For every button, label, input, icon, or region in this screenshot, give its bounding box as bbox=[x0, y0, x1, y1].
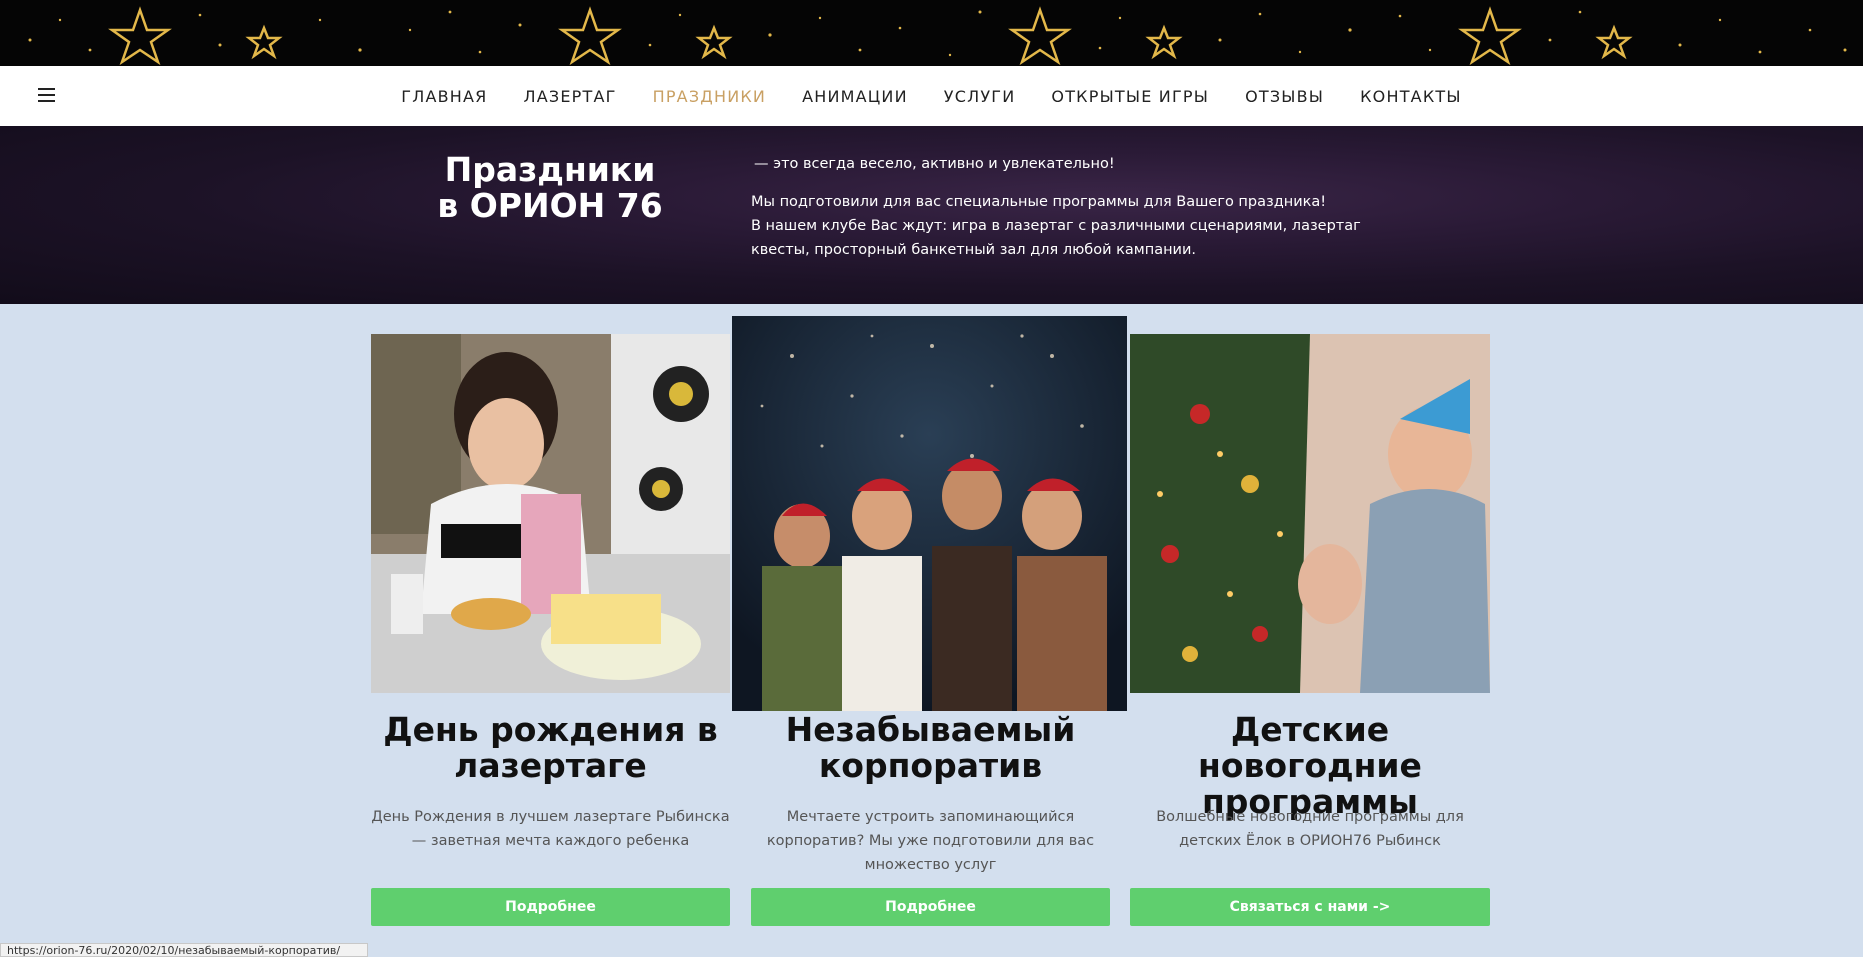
card-desc-corporate: Мечтаете устроить запоминающийся корпора… bbox=[766, 809, 1095, 873]
nav-item-reviews[interactable]: ОТЗЫВЫ bbox=[1227, 87, 1342, 106]
birthday-photo bbox=[371, 334, 730, 693]
star-decoration bbox=[28, 6, 1847, 66]
main-menu: ГЛАВНАЯ ЛАЗЕРТАГ ПРАЗДНИКИ АНИМАЦИИ УСЛУ… bbox=[0, 66, 1863, 126]
card-desc-newyear: Волшебные новогодние программы для детск… bbox=[1156, 809, 1464, 849]
corporate-party-photo bbox=[732, 316, 1127, 711]
hero-line-2: В нашем клубе Вас ждут: игра в лазертаг … bbox=[751, 218, 1361, 258]
hero-line-1: Мы подготовили для вас специальные прогр… bbox=[751, 194, 1327, 210]
status-bar-url: https://orion-76.ru/2020/02/10/незабывае… bbox=[0, 943, 368, 957]
nav-item-contacts[interactable]: КОНТАКТЫ bbox=[1342, 87, 1480, 106]
hero-banner: Праздники в ОРИОН 76 — это всегда весело… bbox=[0, 126, 1863, 304]
nav-item-lasertag[interactable]: ЛАЗЕРТАГ bbox=[506, 87, 635, 106]
main-navbar: ГЛАВНАЯ ЛАЗЕРТАГ ПРАЗДНИКИ АНИМАЦИИ УСЛУ… bbox=[0, 66, 1863, 126]
nav-item-home[interactable]: ГЛАВНАЯ bbox=[383, 87, 505, 106]
nav-item-animations[interactable]: АНИМАЦИИ bbox=[784, 87, 926, 106]
card-title-birthday: День рождения в лазертаге bbox=[383, 710, 718, 785]
card-title-corporate: Незабываемый корпоратив bbox=[785, 710, 1076, 785]
card-desc-birthday: День Рождения в лучшем лазертаге Рыбинск… bbox=[371, 809, 730, 849]
nav-item-holidays[interactable]: ПРАЗДНИКИ bbox=[635, 87, 785, 106]
hero-text: — это всегда весело, активно и увлекател… bbox=[751, 152, 1411, 262]
hero-lead: — это всегда весело, активно и увлекател… bbox=[754, 156, 1115, 172]
card-title-newyear: Детские новогодние программы bbox=[1198, 710, 1422, 821]
page-title: Праздники в ОРИОН 76 bbox=[437, 150, 663, 225]
kids-newyear-photo bbox=[1130, 334, 1490, 693]
nav-item-services[interactable]: УСЛУГИ bbox=[926, 87, 1034, 106]
corporate-more-button[interactable]: Подробнее bbox=[751, 888, 1110, 926]
birthday-more-button[interactable]: Подробнее bbox=[371, 888, 730, 926]
contact-us-button[interactable]: Связаться с нами -> bbox=[1130, 888, 1490, 926]
star-decoration-banner bbox=[0, 0, 1863, 66]
nav-item-open-games[interactable]: ОТКРЫТЫЕ ИГРЫ bbox=[1033, 87, 1227, 106]
